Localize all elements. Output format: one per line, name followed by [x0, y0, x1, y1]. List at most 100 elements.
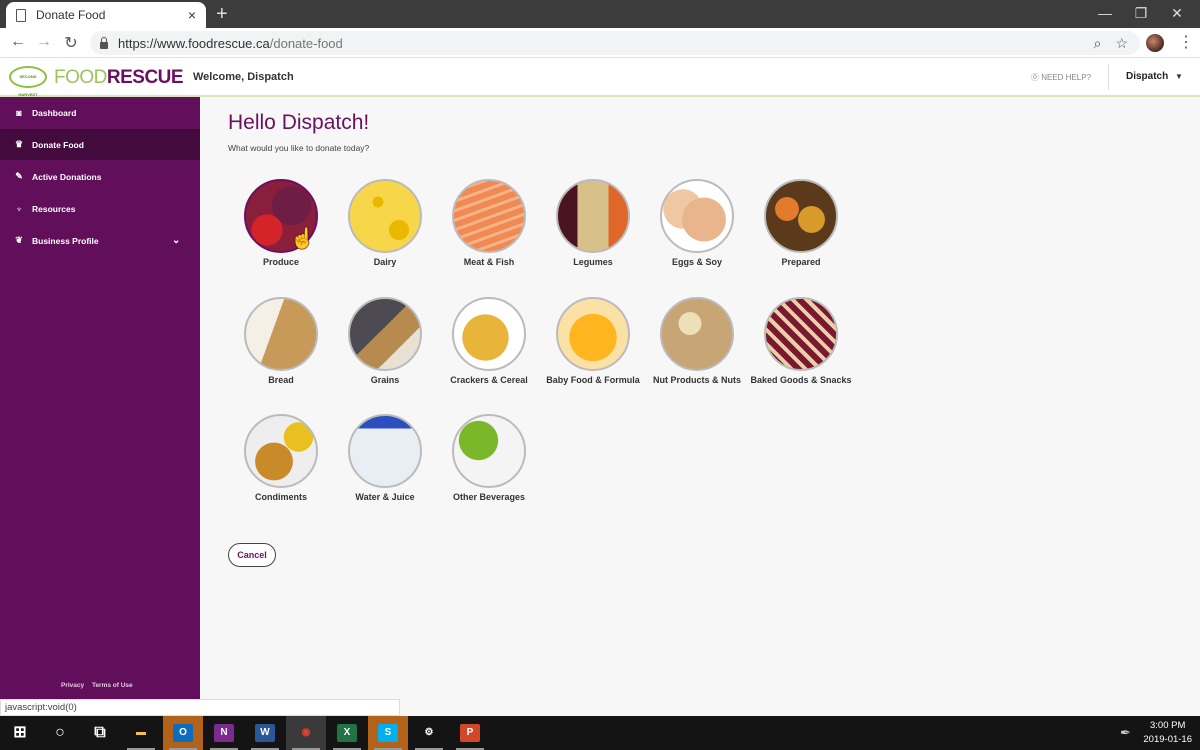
bread-image[interactable]: [244, 297, 318, 371]
category-tile-crackers-cereal[interactable]: Crackers & Cereal: [437, 297, 541, 386]
caret-down-icon[interactable]: ▼: [1175, 72, 1183, 81]
privacy-link[interactable]: Privacy: [61, 682, 84, 689]
baked-goods-image[interactable]: [764, 297, 838, 371]
new-tab-button[interactable]: +: [216, 3, 228, 25]
nut-products-image[interactable]: [660, 297, 734, 371]
taskbar-file-explorer[interactable]: ▬: [121, 716, 161, 750]
prepared-image[interactable]: [764, 179, 838, 253]
baby-food-image[interactable]: [556, 297, 630, 371]
taskbar-chrome[interactable]: ◉: [286, 716, 326, 750]
water-juice-image[interactable]: [348, 414, 422, 488]
category-label: Produce: [262, 257, 299, 267]
taskbar-start[interactable]: ⊞: [0, 716, 40, 750]
close-window-button[interactable]: ✕: [1154, 0, 1200, 28]
category-tile-grains[interactable]: Grains: [333, 297, 437, 386]
main-content: Hello Dispatch! What would you like to d…: [200, 97, 1200, 700]
back-arrow-icon[interactable]: ←: [8, 33, 28, 51]
taskbar-powerpoint[interactable]: P: [450, 716, 490, 750]
category-tile-water-juice[interactable]: Water & Juice: [333, 414, 437, 503]
sidebar-item-label: Business Profile: [32, 235, 99, 246]
settings-icon: ⚙: [424, 727, 434, 738]
category-tile-bread[interactable]: Bread: [229, 297, 333, 386]
taskbar-skype[interactable]: S: [368, 716, 408, 750]
category-tile-produce[interactable]: Produce: [229, 179, 333, 268]
browser-toolbar: ← → ↻ https://www.foodrescue.ca/donate-f…: [0, 28, 1200, 58]
category-tile-condiments[interactable]: Condiments: [229, 414, 333, 503]
windows-taskbar: ⊞ ○ ⧉ ▬ O N W ◉ X S ⚙ P ✒ 3:00 PM 2019-01-16: [0, 716, 1200, 750]
chevron-down-icon[interactable]: ⌄: [172, 235, 180, 246]
taskbar-outlook[interactable]: O: [163, 716, 203, 750]
category-label: Eggs & Soy: [671, 257, 722, 267]
browser-tab[interactable]: Donate Food ×: [6, 2, 206, 28]
category-tile-legumes[interactable]: Legumes: [541, 179, 645, 268]
legumes-image[interactable]: [556, 179, 630, 253]
cancel-button[interactable]: Cancel: [228, 543, 276, 567]
sidebar-footer: Privacy Terms of Use: [61, 682, 139, 689]
reload-icon[interactable]: ↻: [61, 33, 81, 53]
bookmark-star-icon[interactable]: ☆: [1115, 35, 1128, 52]
dashboard-icon: ◙: [16, 107, 22, 118]
zoom-icon[interactable]: ⌕: [1094, 35, 1102, 52]
taskbar-cortana[interactable]: ○: [40, 716, 80, 750]
sidebar-item-business-profile[interactable]: ❦ Business Profile ⌄: [0, 225, 200, 256]
chrome-icon: ◉: [301, 727, 311, 738]
terms-link[interactable]: Terms of Use: [92, 682, 133, 689]
category-tile-nut-products[interactable]: Nut Products & Nuts: [645, 297, 749, 386]
tab-title: Donate Food: [36, 8, 106, 22]
dairy-image[interactable]: [348, 179, 422, 253]
address-bar[interactable]: https://www.foodrescue.ca/donate-food ⌕ …: [90, 31, 1140, 55]
need-help-link[interactable]: ⓪ NEED HELP?: [1031, 72, 1091, 83]
taskbar-task-view[interactable]: ⧉: [80, 716, 120, 750]
category-tile-other-beverages[interactable]: Other Beverages: [437, 414, 541, 503]
sidebar-item-donate-food[interactable]: ♛ Donate Food: [0, 129, 200, 160]
outlook-icon: O: [173, 724, 193, 742]
close-tab-icon[interactable]: ×: [188, 7, 196, 23]
onenote-icon: N: [214, 724, 234, 742]
taskbar-onenote[interactable]: N: [204, 716, 244, 750]
system-clock[interactable]: 3:00 PM 2019-01-16: [1143, 719, 1192, 747]
category-tile-meat-fish[interactable]: Meat & Fish: [437, 179, 541, 268]
category-label: Baby Food & Formula: [546, 375, 640, 385]
condiments-image[interactable]: [244, 414, 318, 488]
file-explorer-icon: ▬: [136, 727, 146, 738]
user-menu[interactable]: Dispatch: [1126, 71, 1168, 82]
second-harvest-logo[interactable]: SECOND HARVEST: [9, 66, 47, 97]
url-path: /donate-food: [269, 35, 343, 51]
sidebar-item-dashboard[interactable]: ◙ Dashboard: [0, 97, 200, 128]
meat-fish-image[interactable]: [452, 179, 526, 253]
category-tile-eggs-soy[interactable]: Eggs & Soy: [645, 179, 749, 268]
sidebar-item-resources[interactable]: ♆ Resources: [0, 193, 200, 224]
skype-icon: S: [378, 724, 398, 742]
crackers-cereal-image[interactable]: [452, 297, 526, 371]
category-label: Condiments: [254, 492, 307, 502]
taskbar-word[interactable]: W: [245, 716, 285, 750]
page-subtitle: What would you like to donate today?: [228, 143, 370, 153]
logo-badge-text: SECOND HARVEST: [18, 74, 38, 97]
category-tile-baby-food[interactable]: Baby Food & Formula: [541, 297, 645, 386]
clock-date: 2019-01-16: [1143, 734, 1192, 745]
status-url: javascript:void(0): [0, 699, 400, 716]
taskbar-excel[interactable]: X: [327, 716, 367, 750]
eggs-soy-image[interactable]: [660, 179, 734, 253]
foodrescue-logo[interactable]: FOODRESCUE: [54, 67, 184, 89]
category-tile-baked-goods[interactable]: Baked Goods & Snacks: [749, 297, 853, 386]
word-icon: W: [255, 724, 275, 742]
app-header: SECOND HARVEST FOODRESCUE Welcome, Dispa…: [0, 58, 1200, 97]
taskbar-settings[interactable]: ⚙: [409, 716, 449, 750]
header-divider: [1108, 64, 1109, 90]
pen-icon[interactable]: ✒: [1120, 725, 1131, 741]
logo-food: FOOD: [54, 67, 107, 88]
sidebar-item-active-donations[interactable]: ✎ Active Donations: [0, 161, 200, 192]
leaf-icon: ❦: [15, 235, 23, 245]
start-icon: ⊞: [13, 724, 27, 741]
menu-kebab-icon[interactable]: ⋮: [1178, 32, 1194, 52]
profile-avatar[interactable]: [1146, 34, 1164, 52]
forward-arrow-icon[interactable]: →: [34, 33, 54, 51]
lock-icon: [100, 36, 108, 49]
sidebar-item-label: Active Donations: [32, 171, 102, 182]
other-beverages-image[interactable]: [452, 414, 526, 488]
category-tile-dairy[interactable]: Dairy: [333, 179, 437, 268]
excel-icon: X: [337, 724, 357, 742]
category-tile-prepared[interactable]: Prepared: [749, 179, 853, 268]
grains-image[interactable]: [348, 297, 422, 371]
